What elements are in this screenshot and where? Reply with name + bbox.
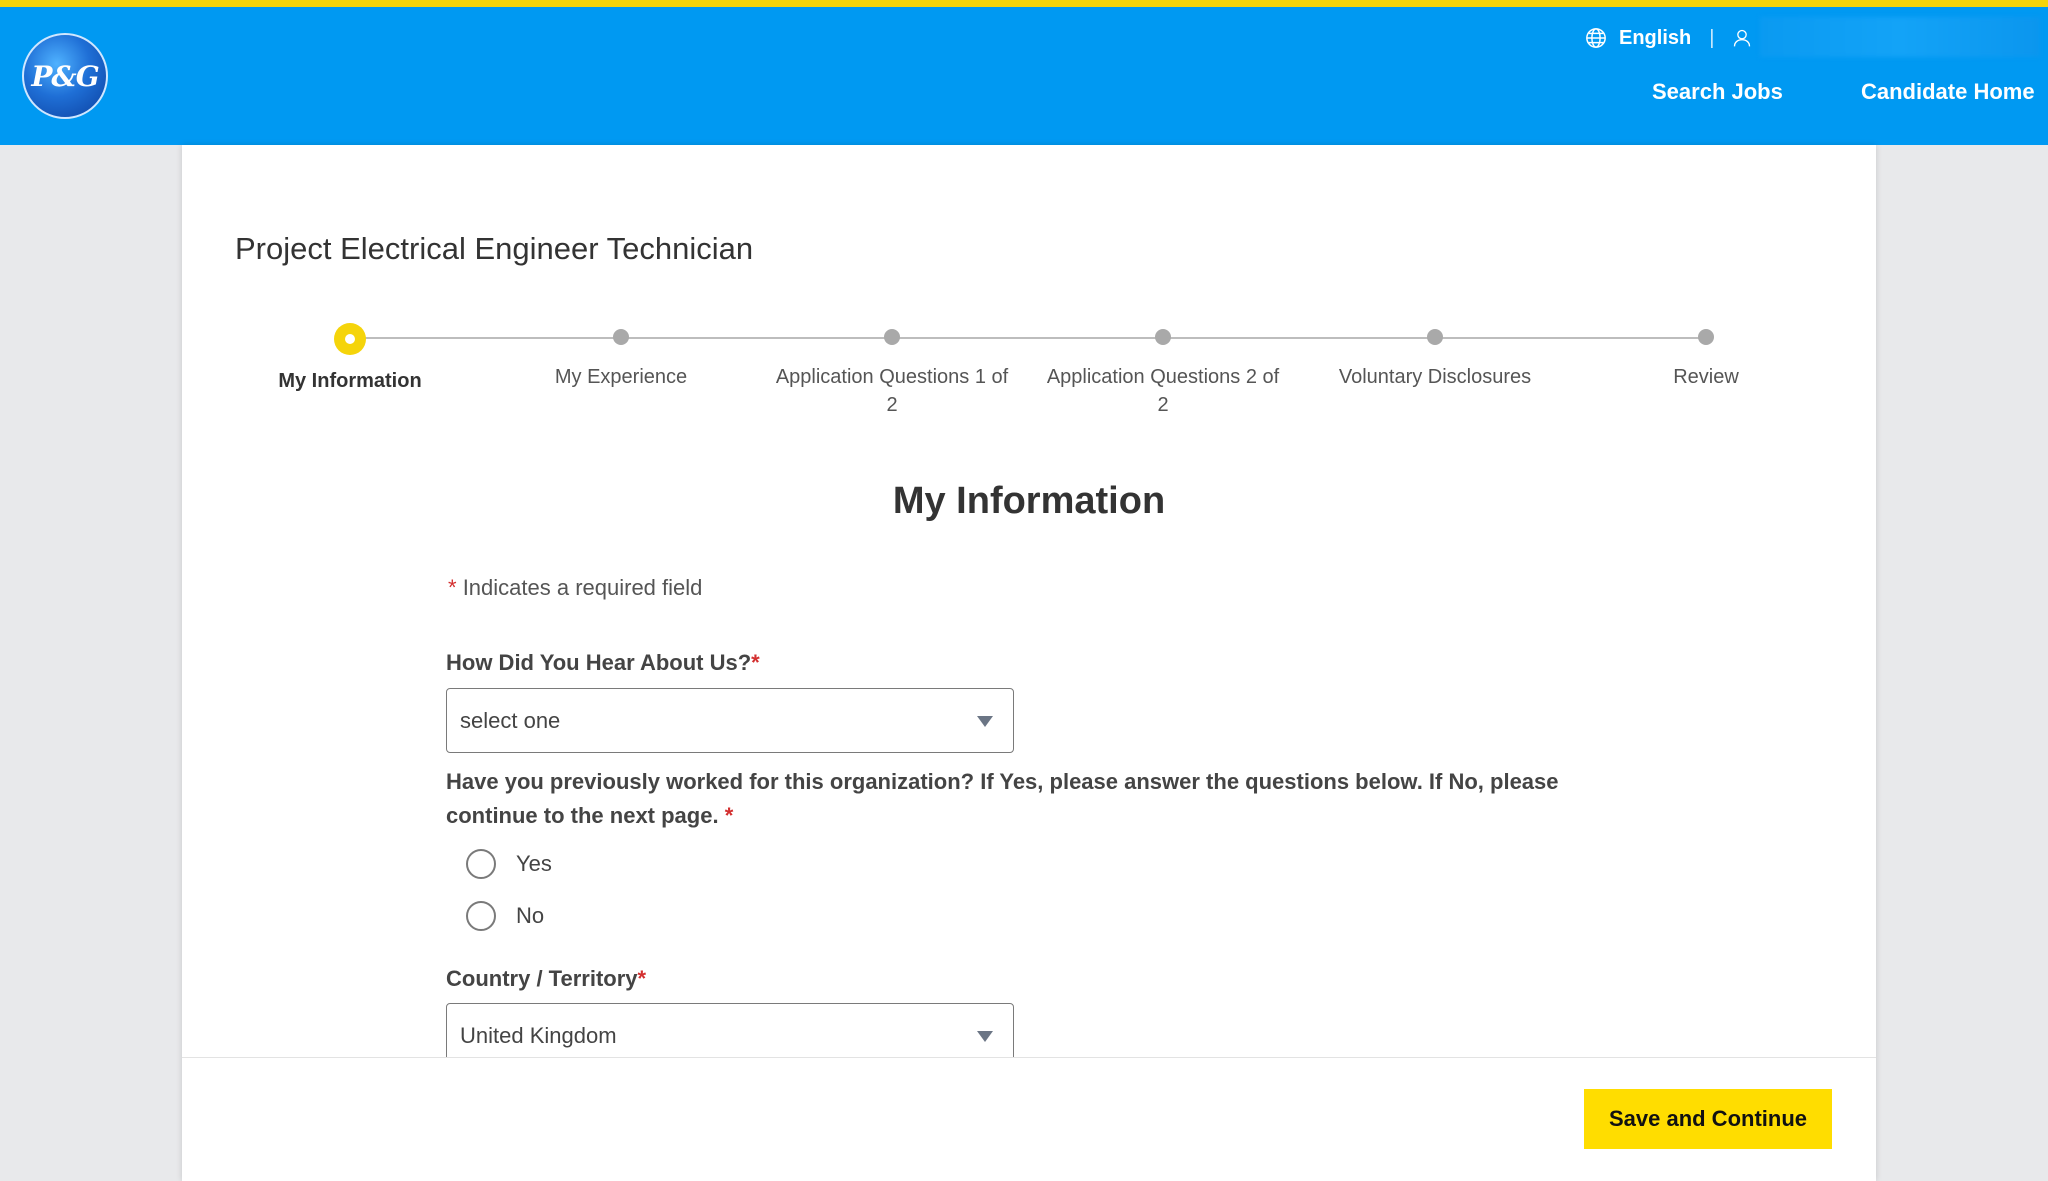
step-label: Review (1673, 366, 1739, 388)
radio-label-no[interactable]: No (516, 903, 544, 929)
pg-logo[interactable]: P&G (22, 33, 108, 119)
step-label: Voluntary Disclosures (1338, 366, 1532, 388)
top-navigation-bar: P&G English | Search Jobs Candidate Home (0, 0, 2048, 145)
required-asterisk: * (637, 966, 647, 991)
previously-worked-question: Have you previously worked for this orga… (446, 765, 1646, 833)
country-label: Country / Territory* (446, 966, 646, 992)
hear-about-dropdown[interactable]: select one (446, 688, 1014, 753)
step-label: My Experience (554, 366, 688, 388)
step-indicator (613, 329, 629, 345)
user-icon[interactable] (1732, 28, 1752, 48)
radio-no[interactable] (466, 901, 496, 931)
required-field-note: * Indicates a required field (448, 575, 702, 601)
divider: | (1709, 26, 1715, 49)
step-indicator (1427, 329, 1443, 345)
step-indicator (884, 329, 900, 345)
step-indicator (1155, 329, 1171, 345)
country-label-text: Country / Territory (446, 966, 638, 991)
hear-about-label-text: How Did You Hear About Us? (446, 650, 752, 675)
required-asterisk: * (448, 575, 457, 600)
step-application-questions-2: Application Questions 2 of 2 (1045, 323, 1281, 419)
step-review: Review (1576, 323, 1836, 391)
step-voluntary-disclosures: Voluntary Disclosures (1305, 323, 1565, 391)
language-selector[interactable]: English | (1585, 25, 1752, 51)
step-current-indicator (334, 323, 366, 355)
globe-icon (1586, 28, 1606, 48)
candidate-home-link[interactable]: Candidate Home (1861, 79, 2035, 105)
country-value: United Kingdom (460, 1022, 617, 1048)
dropdown-arrow-icon (977, 715, 993, 727)
save-and-continue-button[interactable]: Save and Continue (1584, 1089, 1832, 1149)
required-asterisk: * (751, 650, 760, 675)
application-card: Project Electrical Engineer Technician M… (182, 145, 1876, 1181)
step-label: Application Questions 1 of 2 (775, 366, 1009, 416)
radio-label-yes[interactable]: Yes (516, 851, 552, 877)
step-label: Application Questions 2 of 2 (1046, 366, 1280, 416)
step-application-questions-1: Application Questions 1 of 2 (774, 323, 1010, 419)
previously-worked-label-text: Have you previously worked for this orga… (446, 769, 1559, 828)
step-label: My Information (278, 370, 422, 392)
step-my-experience: My Experience (491, 323, 751, 391)
radio-option-yes[interactable]: Yes (466, 849, 552, 879)
step-my-information: My Information (220, 323, 480, 395)
section-title: My Information (892, 480, 1166, 522)
language-label[interactable]: English (1619, 27, 1691, 50)
required-note-text: Indicates a required field (462, 575, 703, 600)
dropdown-arrow-icon (977, 1030, 993, 1042)
radio-yes[interactable] (466, 849, 496, 879)
radio-option-no[interactable]: No (466, 901, 544, 931)
redacted-account-name (1760, 17, 2040, 57)
hear-about-label: How Did You Hear About Us?* (446, 650, 760, 676)
hear-about-value: select one (460, 707, 561, 733)
job-title: Project Electrical Engineer Technician (235, 231, 754, 266)
step-indicator (1698, 329, 1714, 345)
search-jobs-link[interactable]: Search Jobs (1652, 79, 1783, 105)
required-asterisk: * (724, 803, 734, 828)
